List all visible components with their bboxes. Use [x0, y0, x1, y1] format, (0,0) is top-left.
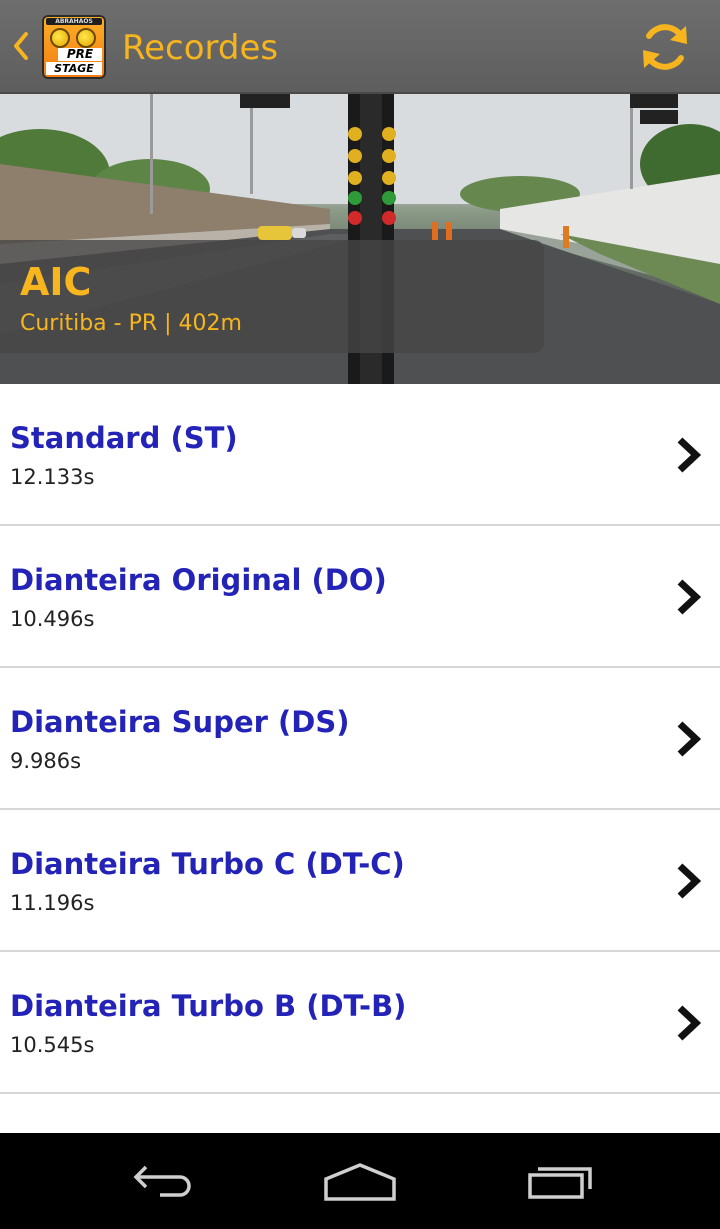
- chevron-right-icon: [677, 863, 702, 899]
- record-category: Dianteira Super (DS): [10, 705, 350, 739]
- list-item[interactable]: Dianteira Original (DO) 10.496s: [0, 526, 720, 668]
- record-category: Dianteira Original (DO): [10, 563, 387, 597]
- back-icon[interactable]: [124, 1161, 196, 1201]
- list-item[interactable]: Dianteira Turbo B (DT-B) 10.545s: [0, 952, 720, 1094]
- app-icon-pre: PRE: [58, 48, 102, 61]
- records-list: Standard (ST) 12.133s Dianteira Original…: [0, 384, 720, 1094]
- prestage-app-icon[interactable]: ABRAHAOS PRE STAGE: [42, 15, 106, 79]
- record-time: 12.133s: [10, 465, 95, 489]
- record-time: 11.196s: [10, 891, 95, 915]
- chevron-right-icon: [677, 437, 702, 473]
- recent-apps-icon[interactable]: [526, 1161, 598, 1201]
- chevron-right-icon: [677, 721, 702, 757]
- app-icon-strip: ABRAHAOS: [46, 18, 102, 25]
- record-time: 9.986s: [10, 749, 82, 773]
- chevron-right-icon: [677, 579, 702, 615]
- page-title: Recordes: [122, 28, 279, 68]
- chevron-right-icon: [677, 1005, 702, 1041]
- record-time: 10.496s: [10, 607, 95, 631]
- home-icon[interactable]: [322, 1161, 398, 1201]
- navigation-bar: [0, 1133, 720, 1229]
- light-left: [50, 28, 70, 48]
- track-location: Curitiba - PR | 402m: [20, 311, 242, 336]
- refresh-icon[interactable]: [636, 18, 694, 76]
- track-info-panel: AIC Curitiba - PR | 402m: [0, 240, 544, 353]
- list-item[interactable]: Dianteira Turbo C (DT-C) 11.196s: [0, 810, 720, 952]
- record-category: Dianteira Turbo B (DT-B): [10, 989, 407, 1023]
- record-category: Standard (ST): [10, 421, 238, 455]
- back-chevron-icon[interactable]: [8, 28, 34, 64]
- record-time: 10.545s: [10, 1033, 95, 1057]
- list-item[interactable]: Standard (ST) 12.133s: [0, 384, 720, 526]
- track-name: AIC: [20, 260, 92, 304]
- action-bar: ABRAHAOS PRE STAGE Recordes: [0, 0, 720, 94]
- light-right: [76, 28, 96, 48]
- record-category: Dianteira Turbo C (DT-C): [10, 847, 405, 881]
- app-icon-stage: STAGE: [46, 62, 102, 75]
- list-item[interactable]: Dianteira Super (DS) 9.986s: [0, 668, 720, 810]
- track-banner: AIC Curitiba - PR | 402m: [0, 94, 720, 384]
